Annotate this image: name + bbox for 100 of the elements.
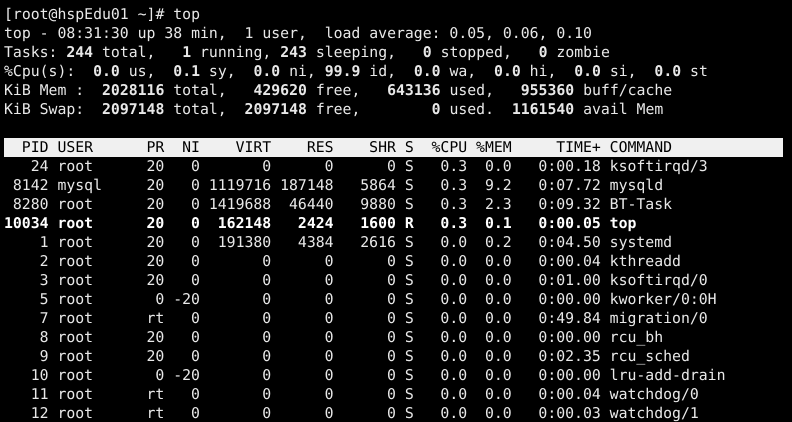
table-cell: 0.0: [440, 366, 468, 385]
table-cell: 10034: [4, 214, 49, 233]
table-cell: 0.0: [484, 404, 512, 422]
table-cell: 0:07.72: [538, 176, 601, 195]
table-cell: 0: [155, 366, 164, 385]
table-cell: 0.3: [440, 214, 468, 233]
table-cell: root: [57, 347, 94, 366]
table-cell: mysqld: [610, 176, 664, 195]
table-cell: S: [404, 233, 414, 252]
table-cell: 46440: [289, 195, 334, 214]
table-cell: 2.3: [484, 195, 512, 214]
table-cell: 0: [386, 328, 396, 347]
table-cell: 20: [146, 328, 164, 347]
table-cell: 0.0: [484, 271, 512, 290]
table-cell: 0.0: [440, 233, 468, 252]
table-cell: S: [404, 176, 414, 195]
table-cell: 2616: [360, 233, 396, 252]
table-cell: 0:02.35: [538, 347, 601, 366]
summary-line: KiB Swap: 2097148 total, 2097148 free, 0 used. 1161540 avail Mem: [4, 101, 664, 118]
table-cell: 0: [262, 157, 272, 176]
table-cell: 0: [262, 252, 272, 271]
table-cell: 8: [40, 328, 49, 347]
table-cell: 8142: [12, 176, 49, 195]
table-cell: 0:00.05: [538, 214, 601, 233]
column-header: SHR: [369, 138, 396, 157]
table-cell: 0: [262, 347, 272, 366]
column-header: RES: [306, 138, 334, 157]
table-cell: 0: [386, 271, 396, 290]
table-cell: BT-Task: [610, 195, 672, 214]
table-cell: 162148: [218, 214, 272, 233]
table-cell: 11: [30, 385, 49, 404]
table-cell: 2: [40, 252, 49, 271]
table-cell: 0.0: [440, 347, 468, 366]
table-cell: 0:00.04: [538, 385, 601, 404]
table-cell: rt: [146, 309, 164, 328]
table-cell: 0:00.03: [538, 404, 601, 422]
table-cell: rt: [146, 385, 164, 404]
table-cell: root: [57, 290, 94, 309]
table-cell: systemd: [610, 233, 672, 252]
table-cell: 0: [324, 347, 334, 366]
table-cell: 20: [146, 195, 164, 214]
table-cell: S: [404, 404, 414, 422]
table-cell: 0: [191, 157, 200, 176]
table-cell: 0: [386, 366, 396, 385]
table-cell: 0.3: [440, 195, 468, 214]
table-cell: 0.0: [484, 157, 512, 176]
table-cell: 0.0: [440, 252, 468, 271]
table-cell: 0.0: [484, 290, 512, 309]
table-cell: 0: [324, 290, 334, 309]
table-cell: 3: [40, 271, 49, 290]
table-cell: 20: [146, 176, 164, 195]
table-cell: S: [404, 271, 414, 290]
table-cell: root: [57, 252, 94, 271]
table-cell: 0: [191, 176, 200, 195]
table-cell: 0: [324, 404, 334, 422]
table-cell: 20: [146, 347, 164, 366]
table-cell: root: [57, 309, 94, 328]
table-cell: 0.0: [484, 328, 512, 347]
table-cell: root: [57, 233, 94, 252]
table-cell: 0: [191, 195, 200, 214]
table-cell: S: [404, 195, 414, 214]
table-cell: 20: [146, 271, 164, 290]
column-header: %CPU: [432, 138, 468, 157]
table-cell: root: [57, 271, 94, 290]
table-cell: rt: [146, 404, 164, 422]
table-cell: 5: [40, 290, 49, 309]
command-prompt: [root@hspEdu01 ~]# top: [4, 6, 200, 23]
table-cell: 0.0: [440, 328, 468, 347]
column-header: USER: [57, 138, 94, 157]
table-cell: 0: [386, 290, 396, 309]
table-cell: 0: [324, 271, 334, 290]
table-cell: 0:00.04: [538, 252, 601, 271]
table-cell: 20: [146, 214, 164, 233]
table-cell: 9: [40, 347, 49, 366]
table-cell: 0:49.84: [538, 309, 601, 328]
table-cell: -20: [173, 290, 200, 309]
summary-line: Tasks: 244 total, 1 running, 243 sleeping, 0 stopped, 0 zombie: [4, 44, 610, 61]
table-cell: 0: [386, 385, 396, 404]
table-cell: root: [57, 385, 94, 404]
table-cell: 8280: [12, 195, 49, 214]
table-cell: 187148: [280, 176, 334, 195]
table-cell: 0: [262, 366, 272, 385]
table-cell: S: [404, 309, 414, 328]
table-cell: kworker/0:0H: [610, 290, 717, 309]
column-header: VIRT: [236, 138, 272, 157]
table-cell: 20: [146, 233, 164, 252]
table-cell: 0.3: [440, 157, 468, 176]
table-cell: 0: [191, 309, 200, 328]
table-cell: 0.0: [484, 309, 512, 328]
table-cell: root: [57, 214, 94, 233]
table-cell: 2424: [298, 214, 334, 233]
table-cell: 0: [386, 309, 396, 328]
table-cell: 20: [146, 157, 164, 176]
table-cell: 0.0: [440, 271, 468, 290]
table-cell: 0.0: [484, 385, 512, 404]
table-cell: rcu_bh: [610, 328, 664, 347]
table-cell: 10: [30, 366, 49, 385]
table-cell: 0.0: [484, 347, 512, 366]
table-cell: 0: [191, 404, 200, 422]
table-cell: root: [57, 195, 94, 214]
